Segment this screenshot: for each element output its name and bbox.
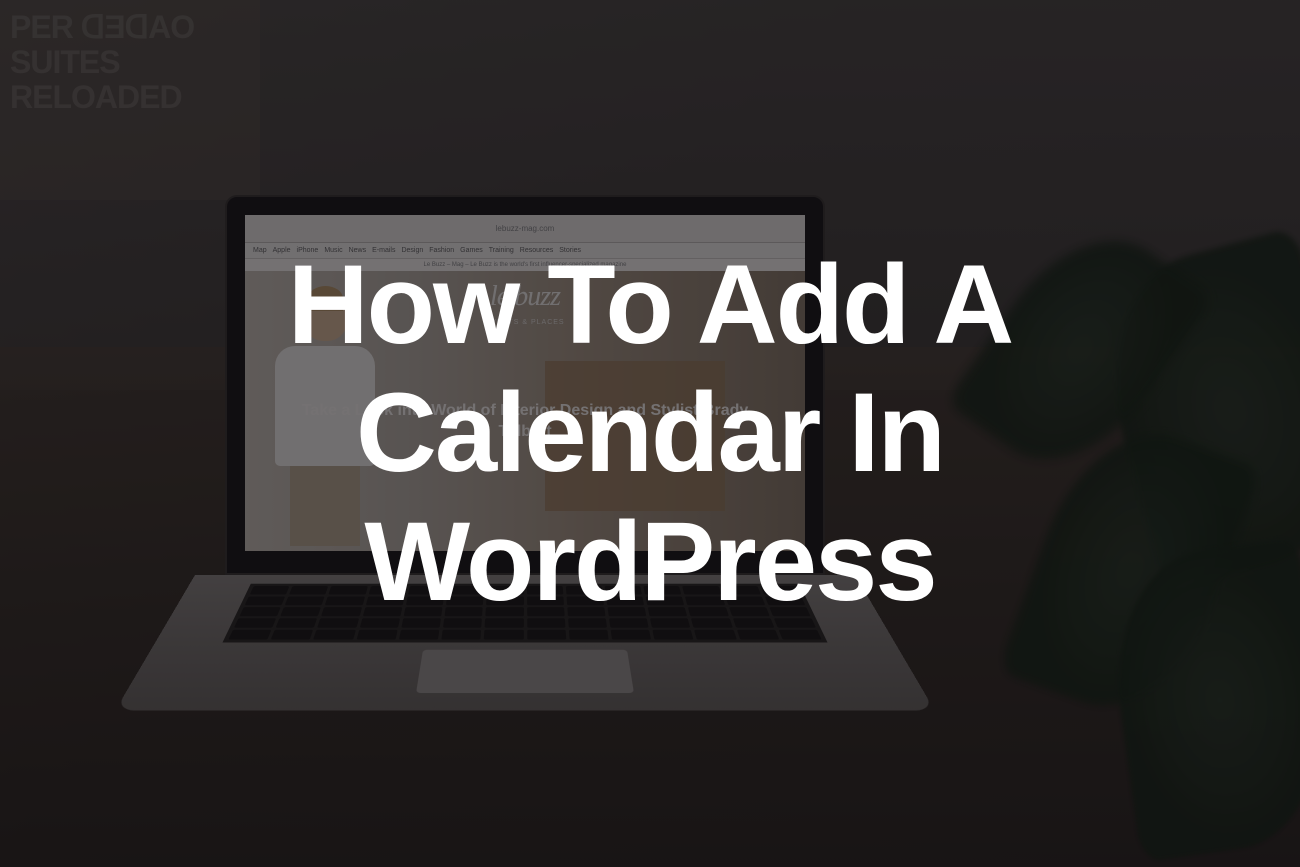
main-title: How To Add A Calendar In WordPress [65,240,1235,626]
